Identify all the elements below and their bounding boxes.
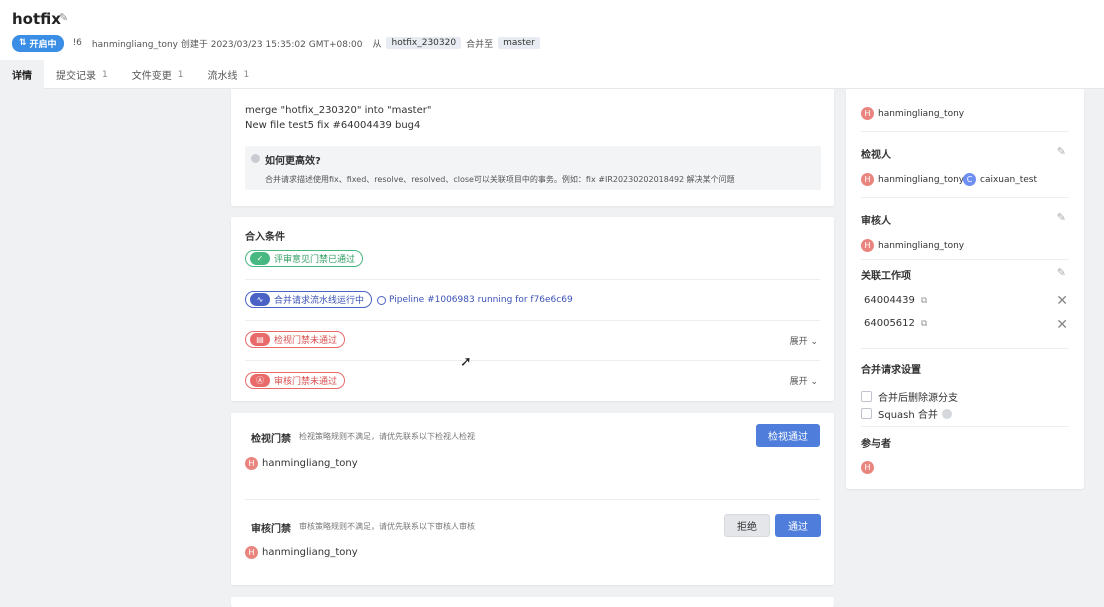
hint-body: 合并请求描述使用fix、fixed、resolve、resolved、close…	[265, 175, 735, 184]
work-item[interactable]: 64005612 ⧉	[864, 318, 927, 329]
approve-gate-user: H hanmingliang_tony	[245, 546, 358, 559]
approve-gate-chip: Ⓐ 审核门禁未通过	[245, 372, 346, 389]
avatar: H	[861, 461, 874, 474]
edit-pencil-icon[interactable]: ✎	[59, 12, 71, 24]
merge-to-label: 合并至	[466, 39, 494, 50]
pipeline-icon: ∿	[250, 293, 270, 306]
reviewers-title: 检视人	[861, 150, 891, 161]
review-gate-title: 检视门禁	[251, 434, 291, 445]
divider	[861, 131, 1069, 132]
merge-conditions-card: 合入条件 ✓ 评审意见门禁已通过 ∿ 合并请求流水线运行中 Pipeline #…	[231, 217, 834, 401]
work-item[interactable]: 64004439 ⧉	[864, 295, 927, 306]
divider	[861, 197, 1069, 198]
gates-card: 检视门禁 检视策略规则不满足，请优先联系以下检视人检视 检视通过 H hanmi…	[231, 413, 834, 585]
tab-pipelines[interactable]: 流水线 1	[195, 60, 261, 89]
mr-id: !6	[72, 38, 82, 48]
reviewer-user: H hanmingliang_tony	[861, 173, 964, 186]
pipeline-status[interactable]: Pipeline #1006983 running for f76e6c69	[377, 295, 573, 305]
squash-setting[interactable]: Squash 合并	[861, 406, 952, 421]
page-header: hotfix ✎ ⇅ 开启中 !6 hanmingliang_tony 创建于 …	[0, 0, 1104, 89]
edit-pencil-icon[interactable]: ✎	[1057, 145, 1066, 158]
target-branch[interactable]: master	[498, 37, 540, 49]
source-branch[interactable]: hotfix_230320	[386, 37, 462, 49]
creator-info: hanmingliang_tony 创建于 2023/03/23 15:35:0…	[91, 39, 363, 50]
reject-button[interactable]: 拒绝	[724, 514, 770, 537]
mr-meta: ⇅ 开启中 !6 hanmingliang_tony 创建于 2023/03/2…	[12, 34, 540, 52]
divider	[245, 279, 820, 280]
avatar: H	[861, 173, 874, 186]
merger-user: H hanmingliang_tony	[861, 107, 964, 120]
divider	[245, 320, 820, 321]
divider	[245, 499, 820, 500]
review-gate-user: H hanmingliang_tony	[245, 457, 358, 470]
review-gate-desc: 检视策略规则不满足，请优先联系以下检视人检视	[299, 432, 475, 441]
approve-button[interactable]: 通过	[775, 514, 821, 537]
mr-title: hotfix	[12, 10, 61, 28]
approve-icon: Ⓐ	[250, 374, 270, 387]
review-pass-button[interactable]: 检视通过	[756, 424, 820, 447]
work-items-title: 关联工作项	[861, 271, 911, 282]
sidebar-panel: H hanmingliang_tony 检视人 ✎ H hanmingliang…	[846, 89, 1084, 489]
expand-button[interactable]: 展开 ⌄	[790, 374, 818, 387]
info-icon	[251, 154, 260, 163]
chevron-down-icon: ⌄	[810, 377, 818, 387]
comments-card	[231, 597, 834, 607]
tab-file-changes[interactable]: 文件变更 1	[120, 60, 196, 89]
approver-user: H hanmingliang_tony	[861, 239, 964, 252]
edit-pencil-icon[interactable]: ✎	[1057, 266, 1066, 279]
hint-title: 如何更高效?	[265, 156, 321, 167]
review-gate-chip: ▤ 检视门禁未通过	[245, 331, 346, 348]
running-icon	[377, 295, 386, 305]
avatar: H	[245, 457, 258, 470]
divider	[861, 259, 1069, 260]
avatar: C	[963, 173, 976, 186]
delete-branch-setting[interactable]: 合并后删除源分支	[861, 389, 958, 404]
help-icon[interactable]	[941, 408, 952, 419]
hint-box: 如何更高效? 合并请求描述使用fix、fixed、resolve、resolve…	[245, 146, 821, 190]
checkbox[interactable]	[861, 408, 872, 419]
tab-commits[interactable]: 提交记录 1	[44, 60, 120, 89]
commit-message-line: New file test5 fix #64004439 bug4	[245, 120, 421, 131]
merge-request-icon: ⇅	[19, 38, 27, 48]
approvers-title: 审核人	[861, 216, 891, 227]
tab-bar: 详情 提交记录 1 文件变更 1 流水线 1	[0, 60, 261, 89]
mouse-cursor-icon: ➚	[460, 354, 472, 370]
avatar: H	[245, 546, 258, 559]
from-label: 从	[372, 39, 382, 50]
edit-pencil-icon[interactable]: ✎	[1057, 211, 1066, 224]
copy-icon[interactable]: ⧉	[921, 319, 927, 329]
divider	[245, 360, 820, 361]
chevron-down-icon: ⌄	[810, 337, 818, 347]
participant-avatar: H	[861, 461, 878, 474]
divider	[861, 426, 1069, 427]
description-card: merge "hotfix_230320" into "master" New …	[231, 89, 834, 206]
pipeline-gate-chip: ∿ 合并请求流水线运行中	[245, 291, 373, 308]
expand-button[interactable]: 展开 ⌄	[790, 334, 818, 347]
review-comment-gate-chip: ✓ 评审意见门禁已通过	[245, 250, 364, 267]
settings-title: 合并请求设置	[861, 365, 921, 376]
approve-gate-desc: 审核策略规则不满足，请优先联系以下审核人审核	[299, 522, 475, 531]
close-icon[interactable]: ✕	[1056, 293, 1068, 309]
tab-details[interactable]: 详情	[0, 60, 44, 89]
approve-gate-title: 审核门禁	[251, 524, 291, 535]
avatar: H	[861, 107, 874, 120]
checklist-icon: ✓	[250, 252, 270, 265]
avatar: H	[861, 239, 874, 252]
close-icon[interactable]: ✕	[1056, 317, 1068, 333]
participants-title: 参与者	[861, 439, 891, 450]
status-badge: ⇅ 开启中	[12, 34, 64, 52]
divider	[861, 348, 1069, 349]
commit-message-line: merge "hotfix_230320" into "master"	[245, 105, 432, 116]
copy-icon[interactable]: ⧉	[921, 296, 927, 306]
reviewer-user: C caixuan_test	[963, 173, 1037, 186]
conditions-title: 合入条件	[245, 232, 285, 243]
checkbox[interactable]	[861, 391, 872, 402]
review-icon: ▤	[250, 333, 270, 346]
